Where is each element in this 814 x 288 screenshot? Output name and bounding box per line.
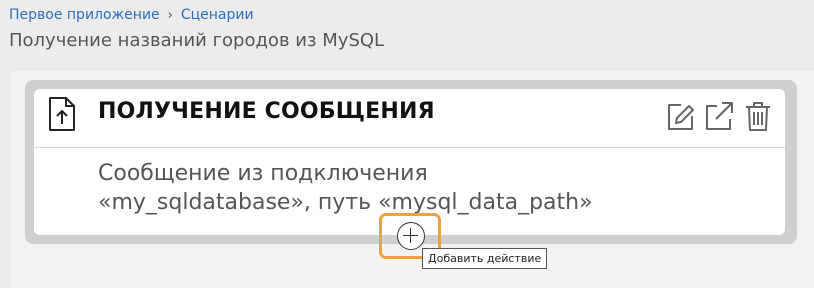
file-upload-icon <box>49 97 75 131</box>
breadcrumb-separator: › <box>167 7 173 23</box>
page-title: Получение названий городов из MySQL <box>9 30 385 51</box>
breadcrumb-item-scenarios[interactable]: Сценарии <box>181 7 254 23</box>
action-card-description: Сообщение из подключения «my_sqldatabase… <box>98 159 593 217</box>
open-external-icon[interactable] <box>704 100 734 132</box>
add-action-tooltip: Добавить действие <box>422 248 548 269</box>
trash-icon[interactable] <box>743 100 773 132</box>
action-card-title: ПОЛУЧЕНИЕ СООБЩЕНИЯ <box>98 99 435 124</box>
description-line-1: Сообщение из подключения <box>98 161 428 186</box>
edit-icon[interactable] <box>665 100 695 132</box>
breadcrumb-item-app[interactable]: Первое приложение <box>9 7 160 23</box>
plus-circle-icon[interactable] <box>397 222 425 250</box>
description-line-2: «my_sqldatabase», путь «mysql_data_path» <box>98 190 593 215</box>
action-card-header: ПОЛУЧЕНИЕ СООБЩЕНИЯ <box>34 89 785 148</box>
breadcrumb: Первое приложение › Сценарии <box>9 7 254 23</box>
